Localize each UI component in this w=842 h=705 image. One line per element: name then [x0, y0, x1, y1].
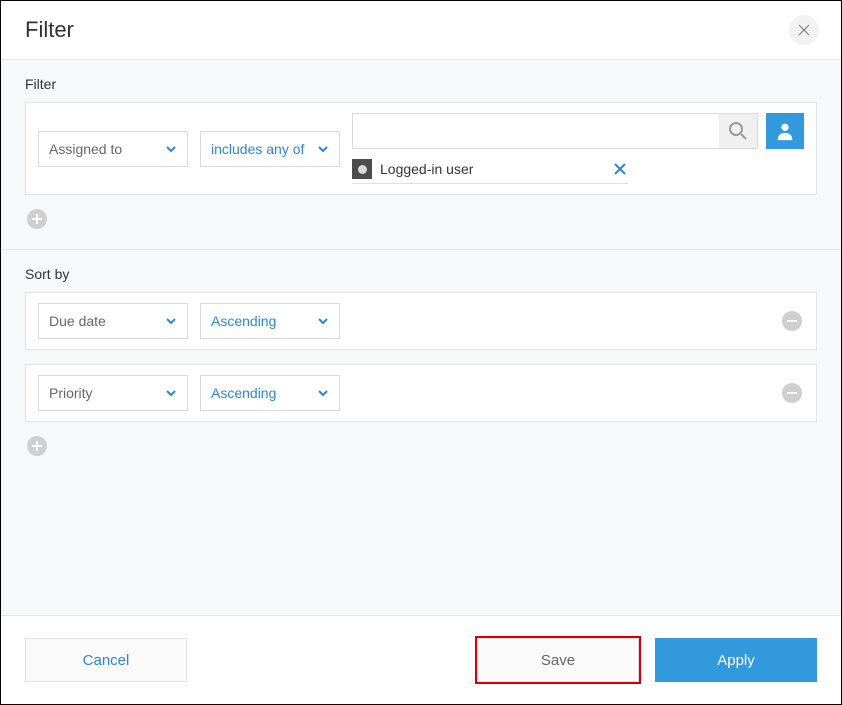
chevron-down-icon [165, 387, 177, 399]
save-button[interactable]: Save [477, 638, 639, 682]
filter-row: Assigned to includes any of [25, 102, 817, 195]
chevron-down-icon [317, 387, 329, 399]
filter-operator-label: includes any of [211, 141, 304, 157]
filter-operator-select[interactable]: includes any of [200, 131, 340, 167]
cancel-button[interactable]: Cancel [25, 638, 187, 682]
dialog-footer: Cancel Save Apply [1, 615, 841, 704]
chip-avatar [352, 159, 372, 179]
filter-value-input-row [352, 113, 804, 149]
sort-field-select[interactable]: Priority [38, 375, 188, 411]
chevron-down-icon [317, 315, 329, 327]
filter-value-input-wrap [352, 113, 758, 149]
search-button[interactable] [719, 114, 757, 148]
sort-direction-label: Ascending [211, 313, 276, 329]
filter-value-chip: Logged-in user [352, 159, 628, 184]
sort-field-label: Priority [49, 385, 93, 401]
user-icon [774, 120, 796, 142]
close-button[interactable] [789, 15, 819, 45]
filter-section: Filter Assigned to includes any of [1, 60, 841, 249]
sort-row: Priority Ascending [25, 364, 817, 422]
filter-value-area: Logged-in user [352, 113, 804, 184]
filter-value-input[interactable] [353, 114, 719, 148]
user-picker-button[interactable] [766, 113, 804, 149]
sort-field-label: Due date [49, 313, 106, 329]
minus-icon [787, 388, 797, 398]
chevron-down-icon [165, 143, 177, 155]
filter-field-label: Assigned to [49, 141, 122, 157]
plus-icon [32, 214, 42, 224]
footer-right-group: Save Apply [477, 638, 817, 682]
remove-sort-button[interactable] [782, 311, 802, 331]
filter-dialog: Filter Filter Assigned to includes any o… [0, 0, 842, 705]
dialog-body: Filter Assigned to includes any of [1, 59, 841, 615]
add-sort-button[interactable] [27, 436, 47, 456]
sort-section: Sort by Due date Ascending Priority [1, 249, 841, 476]
sort-add-row [25, 436, 817, 456]
minus-icon [787, 316, 797, 326]
apply-button[interactable]: Apply [655, 638, 817, 682]
chip-remove-button[interactable] [612, 161, 628, 177]
close-icon [614, 163, 626, 175]
filter-field-select[interactable]: Assigned to [38, 131, 188, 167]
sort-direction-label: Ascending [211, 385, 276, 401]
sort-direction-select[interactable]: Ascending [200, 375, 340, 411]
sort-section-label: Sort by [25, 266, 817, 282]
add-filter-button[interactable] [27, 209, 47, 229]
chevron-down-icon [165, 315, 177, 327]
remove-sort-button[interactable] [782, 383, 802, 403]
dialog-title: Filter [25, 17, 74, 43]
chip-label: Logged-in user [380, 161, 612, 177]
sort-direction-select[interactable]: Ascending [200, 303, 340, 339]
chevron-down-icon [317, 143, 329, 155]
plus-icon [32, 441, 42, 451]
sort-row: Due date Ascending [25, 292, 817, 350]
sort-field-select[interactable]: Due date [38, 303, 188, 339]
filter-add-row [25, 209, 817, 229]
dialog-header: Filter [1, 1, 841, 59]
filter-section-label: Filter [25, 76, 817, 92]
search-icon [728, 121, 748, 141]
close-icon [798, 24, 810, 36]
